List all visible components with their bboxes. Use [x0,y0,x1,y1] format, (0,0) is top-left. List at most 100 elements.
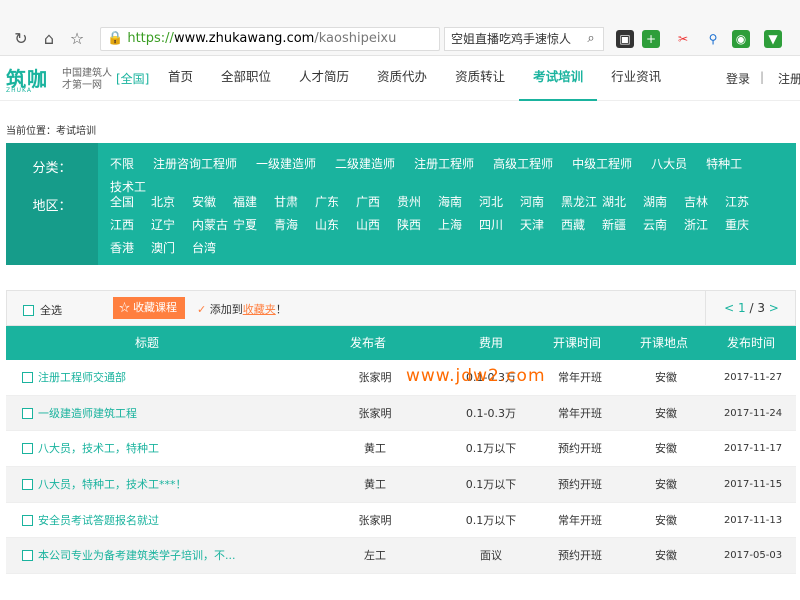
course-date: 2017-11-15 [723,479,783,491]
region-item-18[interactable]: 内蒙古 [192,214,233,237]
nav-item-2[interactable]: 人才简历 [285,57,363,101]
category-item-4[interactable]: 注册工程师 [414,153,474,176]
row-checkbox[interactable] [22,514,33,526]
region-item-13[interactable]: 湖南 [643,191,684,214]
course-toolbar: 全选 ☆ 收藏课程 ✓ 添加到收藏夹！ < 1 / 3 > [6,290,796,326]
row-checkbox[interactable] [22,479,33,491]
home-icon[interactable]: ⌂ [40,30,58,48]
region-item-6[interactable]: 广西 [356,191,397,214]
region-item-21[interactable]: 山东 [315,214,356,237]
region-item-29[interactable]: 云南 [643,214,684,237]
region-item-31[interactable]: 重庆 [725,214,766,237]
region-item-1[interactable]: 北京 [151,191,192,214]
row-checkbox[interactable] [22,372,33,383]
region-item-11[interactable]: 黑龙江 [561,191,602,214]
row-checkbox[interactable] [22,443,33,455]
select-all-label: 全选 [40,304,62,317]
region-item-14[interactable]: 吉林 [684,191,725,214]
region-item-20[interactable]: 青海 [274,214,315,237]
nav-item-0[interactable]: 首页 [154,57,207,101]
region-item-10[interactable]: 河南 [520,191,561,214]
favorites-link[interactable]: 收藏夹 [243,303,276,316]
shield-icon[interactable]: ▼ [764,30,782,48]
course-title-link[interactable]: 安全员考试答题报名就过 [38,503,159,539]
course-fee: 0.1万以下 [465,513,517,527]
category-item-3[interactable]: 二级建造师 [335,153,395,176]
region-item-3[interactable]: 福建 [233,191,274,214]
course-title-link[interactable]: 八大员，特种工，技术工***！ [38,467,187,503]
register-link[interactable]: 注册 [778,70,800,87]
region-item-24[interactable]: 上海 [438,214,479,237]
extension-plus-icon[interactable]: + [642,30,660,48]
next-page-button[interactable]: > [769,301,779,315]
browser-search-input[interactable]: 空姐直播吃鸡手速惊人 [444,27,604,51]
column-header-time: 开课时间 [553,336,602,350]
region-item-27[interactable]: 西藏 [561,214,602,237]
select-all-checkbox[interactable]: 全选 [23,302,62,318]
category-item-5[interactable]: 高级工程师 [493,153,553,176]
region-item-16[interactable]: 江西 [110,214,151,237]
nav-item-4[interactable]: 资质转让 [441,57,519,101]
course-place: 安徽 [655,549,677,563]
table-row: 八大员，特种工，技术工***！ 黄工 0.1万以下 预约开班 安徽 2017-11-15 [6,467,796,503]
region-item-9[interactable]: 河北 [479,191,520,214]
course-publisher: 左工 [364,549,386,563]
url-scheme: https:// [127,31,174,46]
course-time: 预约开班 [558,478,602,492]
game-icon[interactable]: ◉ [732,30,750,48]
region-item-5[interactable]: 广东 [315,191,356,214]
row-checkbox[interactable] [22,550,33,562]
region-item-30[interactable]: 浙江 [684,214,725,237]
course-title-link[interactable]: 注册工程师交通部 [38,360,126,396]
course-title-link[interactable]: 八大员，技术工，特种工 [38,431,159,467]
region-item-26[interactable]: 天津 [520,214,561,237]
favorite-course-button[interactable]: ☆ 收藏课程 [113,297,186,319]
extension-icon[interactable]: ▣ [616,30,634,48]
course-publisher: 黄工 [364,478,386,492]
search-icon[interactable]: ⌕ [582,30,600,48]
course-date: 2017-11-24 [723,407,783,419]
region-item-23[interactable]: 陕西 [397,214,438,237]
row-checkbox[interactable] [22,407,33,419]
region-item-22[interactable]: 山西 [356,214,397,237]
nav-item-5[interactable]: 考试培训 [519,57,598,101]
region-item-28[interactable]: 新疆 [602,214,643,237]
region-item-12[interactable]: 湖北 [602,191,643,214]
checkbox-icon[interactable] [23,304,34,316]
address-bar[interactable]: 🔒 https://www.zhukawang.com/kaoshipeixu [100,27,440,51]
reload-icon[interactable]: ↻ [12,30,30,48]
region-item-2[interactable]: 安徽 [192,191,233,214]
nav-item-3[interactable]: 资质代办 [363,57,441,101]
region-item-19[interactable]: 宁夏 [233,214,274,237]
course-title-link[interactable]: 一级建造师建筑工程 [38,396,137,432]
course-place: 安徽 [655,513,677,527]
login-link[interactable]: 登录 [726,70,750,87]
region-item-34[interactable]: 台湾 [192,237,233,260]
region-item-4[interactable]: 甘肃 [274,191,315,214]
prev-page-button[interactable]: < [724,301,734,315]
region-item-33[interactable]: 澳门 [151,237,192,260]
category-item-7[interactable]: 八大员 [651,153,687,176]
course-time: 预约开班 [558,442,602,456]
nav-item-1[interactable]: 全部职位 [207,57,285,101]
region-switch[interactable]: [全国] [116,70,149,87]
nav-item-6[interactable]: 行业资讯 [597,57,675,101]
category-item-0[interactable]: 不限 [110,153,134,176]
region-item-7[interactable]: 贵州 [397,191,438,214]
region-item-0[interactable]: 全国 [110,191,151,214]
course-place: 安徽 [655,406,677,420]
magnifier-icon[interactable]: ⚲ [704,30,722,48]
course-title-link[interactable]: 本公司专业为备考建筑类学子培训，不... [38,538,236,574]
region-item-8[interactable]: 海南 [438,191,479,214]
bookmark-star-icon[interactable]: ☆ [68,30,86,48]
scissors-icon[interactable]: ✂ [674,30,692,48]
category-item-6[interactable]: 中级工程师 [572,153,632,176]
category-item-2[interactable]: 一级建造师 [256,153,316,176]
category-item-1[interactable]: 注册咨询工程师 [153,153,237,176]
region-item-17[interactable]: 辽宁 [151,214,192,237]
category-item-8[interactable]: 特种工 [706,153,742,176]
region-item-15[interactable]: 江苏 [725,191,766,214]
region-item-25[interactable]: 四川 [479,214,520,237]
course-place: 安徽 [655,442,677,456]
region-item-32[interactable]: 香港 [110,237,151,260]
